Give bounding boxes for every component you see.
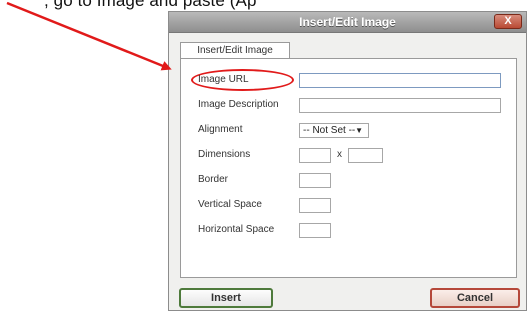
alignment-label: Alignment xyxy=(198,124,243,135)
insert-button[interactable]: Insert xyxy=(179,288,273,308)
image-description-input[interactable] xyxy=(299,98,501,113)
image-url-label: Image URL xyxy=(198,74,249,85)
dialog-titlebar[interactable]: Insert/Edit Image X xyxy=(169,12,526,33)
image-description-label: Image Description xyxy=(198,99,279,110)
alignment-selected-value: -- Not Set -- xyxy=(303,125,356,136)
border-label: Border xyxy=(198,174,229,185)
dimensions-label: Dimensions xyxy=(198,149,251,160)
border-input[interactable] xyxy=(299,173,331,188)
horizontal-space-input[interactable] xyxy=(299,223,331,238)
close-button[interactable]: X xyxy=(494,14,522,29)
dialog-title: Insert/Edit Image xyxy=(299,15,396,29)
dimensions-separator: x xyxy=(337,149,342,160)
form-panel: Image URL Image Description Alignment --… xyxy=(180,58,517,278)
tab-insert-edit-image[interactable]: Insert/Edit Image xyxy=(180,42,290,59)
horizontal-space-label: Horizontal Space xyxy=(198,224,275,235)
vertical-space-label: Vertical Space xyxy=(198,199,262,210)
caption-text: , go to Image and paste (Ap xyxy=(44,0,257,10)
alignment-select[interactable]: -- Not Set -- ▼ xyxy=(299,123,369,138)
vertical-space-input[interactable] xyxy=(299,198,331,213)
width-input[interactable] xyxy=(299,148,331,163)
cancel-button[interactable]: Cancel xyxy=(430,288,520,308)
dropdown-caret-icon: ▼ xyxy=(355,126,363,135)
height-input[interactable] xyxy=(348,148,383,163)
insert-edit-image-dialog: Insert/Edit Image X Insert/Edit Image Im… xyxy=(168,11,527,311)
image-url-input[interactable] xyxy=(299,73,501,88)
